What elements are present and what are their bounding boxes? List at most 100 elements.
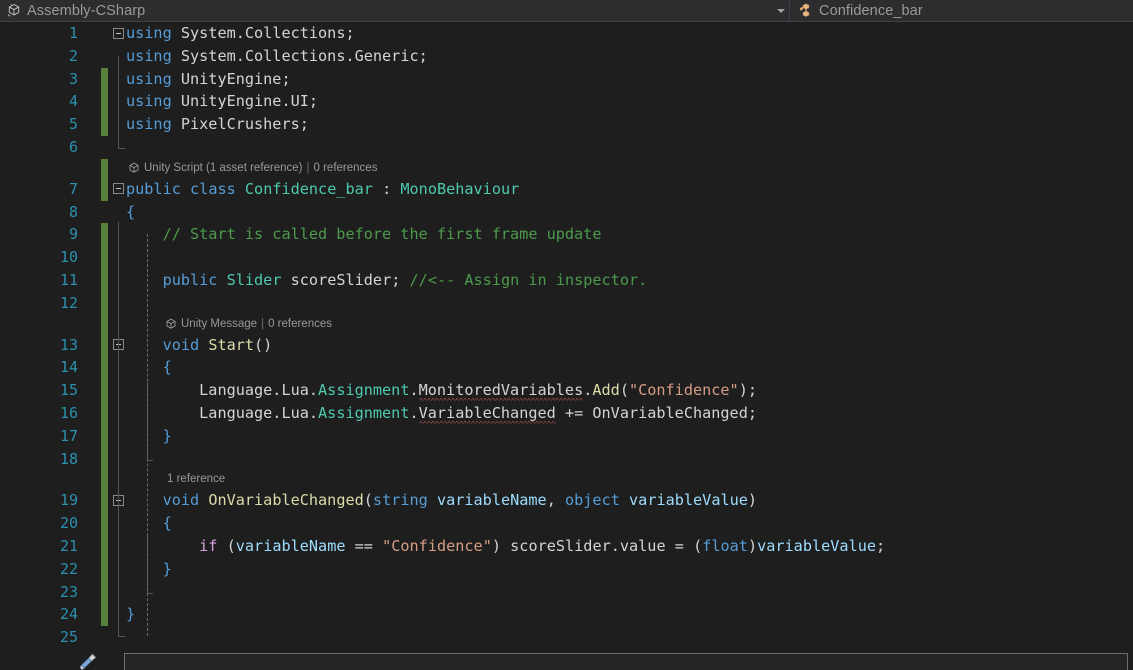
codelens-separator: |: [261, 317, 265, 330]
change-indicator-bar: [101, 379, 108, 402]
code-text: public Slider scoreSlider; //<-- Assign …: [162, 270, 648, 289]
member-selector-dropdown[interactable]: Confidence_bar: [790, 0, 1133, 21]
line-number: 10: [59, 248, 78, 267]
unity-cube-icon: [166, 318, 176, 329]
change-indicator-bar: [101, 534, 108, 558]
code-text: public class Confidence_bar : MonoBehavi…: [126, 179, 520, 198]
code-line-row[interactable]: 21 if (variableName == "Confidence") sco…: [0, 534, 1133, 558]
screwdriver-quick-actions-icon[interactable]: [78, 652, 98, 670]
code-text: {: [162, 358, 172, 377]
code-text: {: [126, 202, 136, 221]
code-editor-surface[interactable]: 1 using System.Collections; 2 using Syst…: [0, 22, 1133, 670]
change-indicator-bar: [101, 268, 108, 292]
visual-studio-editor-window: Assembly-CSharp Confidence_bar 1 using S…: [0, 0, 1133, 670]
outlining-guide-class-cap: [118, 636, 125, 637]
line-number: 19: [59, 491, 78, 510]
code-line-row[interactable]: 16 Language.Lua.Assignment.VariableChang…: [0, 401, 1133, 425]
code-line-row[interactable]: 9 // Start is called before the first fr…: [0, 223, 1133, 247]
code-line-row[interactable]: 7 public class Confidence_bar : MonoBeha…: [0, 177, 1133, 201]
code-line-row[interactable]: 23: [0, 580, 1133, 604]
class-icon: [800, 3, 810, 17]
codelens-primary-text[interactable]: 1 reference: [167, 470, 225, 489]
change-indicator-bar: [101, 512, 108, 535]
line-number: 22: [59, 559, 78, 578]
codelens-secondary-text[interactable]: 0 references: [268, 315, 332, 334]
outlining-guide-usings-cap: [118, 148, 125, 149]
line-number: 16: [59, 403, 78, 422]
code-line-row[interactable]: 10: [0, 246, 1133, 269]
code-line-row[interactable]: 24 }: [0, 603, 1133, 627]
outlining-guide-usings: [118, 56, 119, 148]
code-line-row[interactable]: 15 Language.Lua.Assignment.MonitoredVari…: [0, 379, 1133, 402]
code-line-row[interactable]: 18: [0, 447, 1133, 471]
code-line-row[interactable]: 12: [0, 291, 1133, 315]
line-number: 21: [59, 536, 78, 555]
code-line-row[interactable]: 1 using System.Collections;: [0, 22, 1133, 45]
change-indicator-bar: [101, 246, 108, 269]
change-indicator-bar: [101, 470, 108, 490]
code-text: {: [162, 514, 172, 533]
code-line-row[interactable]: 14 {: [0, 356, 1133, 380]
line-number: 9: [68, 225, 78, 244]
change-indicator-bar: [101, 67, 108, 91]
change-indicator-bar: [101, 333, 108, 357]
change-indicator-bar: [101, 158, 108, 178]
codelens-row-onvariablechanged[interactable]: 1 reference: [0, 470, 1133, 490]
line-number: 15: [59, 381, 78, 400]
project-selector-dropdown[interactable]: Assembly-CSharp: [0, 0, 790, 21]
codelens-primary-text[interactable]: Unity Message: [181, 315, 257, 334]
code-line-row[interactable]: 19 void OnVariableChanged(string variabl…: [0, 489, 1133, 513]
code-line-row[interactable]: 11 public Slider scoreSlider; //<-- Assi…: [0, 268, 1133, 292]
codelens-onvariablechanged[interactable]: 1 reference: [167, 470, 225, 489]
code-line-row[interactable]: 25: [0, 626, 1133, 649]
code-line-row[interactable]: 2 using System.Collections.Generic;: [0, 45, 1133, 68]
code-line-row[interactable]: 13 void Start(): [0, 333, 1133, 357]
chevron-down-icon[interactable]: [777, 8, 785, 13]
assembly-cube-icon: [8, 3, 20, 17]
line-number: 8: [68, 202, 78, 221]
code-line-row[interactable]: 3 using UnityEngine;: [0, 67, 1133, 91]
line-number: 20: [59, 514, 78, 533]
project-selector-label: Assembly-CSharp: [27, 2, 146, 19]
line-number: 14: [59, 358, 78, 377]
outlining-guide-class: [118, 222, 119, 636]
change-indicator-bar: [101, 447, 108, 471]
member-selector-label: Confidence_bar: [819, 2, 923, 19]
fold-toggle-icon[interactable]: [113, 27, 124, 39]
code-line-row[interactable]: 5 using PixelCrushers;: [0, 113, 1133, 136]
line-number: 18: [59, 449, 78, 468]
code-line-row[interactable]: 17 }: [0, 424, 1133, 448]
code-text: using UnityEngine;: [126, 69, 291, 88]
codelens-secondary-text[interactable]: 0 references: [314, 159, 378, 178]
codelens-class[interactable]: Unity Script (1 asset reference) | 0 ref…: [128, 159, 377, 178]
fold-toggle-icon[interactable]: [113, 183, 124, 195]
codelens-row-start[interactable]: Unity Message | 0 references: [0, 314, 1133, 334]
code-line-row[interactable]: 22 }: [0, 557, 1133, 581]
line-number: 7: [68, 179, 78, 198]
codelens-row-class[interactable]: Unity Script (1 asset reference) | 0 ref…: [0, 158, 1133, 178]
code-line-row[interactable]: 6: [0, 136, 1133, 159]
code-line-row[interactable]: 8 {: [0, 201, 1133, 224]
line-number: 13: [59, 335, 78, 354]
change-indicator-bar: [101, 557, 108, 581]
codelens-separator: |: [306, 161, 310, 174]
code-line-row[interactable]: 4 using UnityEngine.UI;: [0, 90, 1133, 114]
code-rows-container: 1 using System.Collections; 2 using Syst…: [0, 22, 1133, 670]
change-indicator-bar: [101, 291, 108, 315]
change-indicator-bar: [101, 356, 108, 380]
line-number: 24: [59, 605, 78, 624]
codelens-start[interactable]: Unity Message | 0 references: [165, 315, 332, 334]
line-number: 12: [59, 293, 78, 312]
code-line-row[interactable]: 20 {: [0, 512, 1133, 535]
code-text: Language.Lua.Assignment.VariableChanged …: [126, 402, 757, 425]
error-token: MonitoredVariables: [418, 381, 584, 402]
change-indicator-bar: [101, 424, 108, 448]
change-indicator-bar: [101, 113, 108, 136]
codelens-primary-text[interactable]: Unity Script (1 asset reference): [144, 159, 303, 178]
change-indicator-bar: [101, 314, 108, 334]
navigation-bar: Assembly-CSharp Confidence_bar: [0, 0, 1133, 22]
inline-edit-widget[interactable]: [124, 653, 1128, 670]
line-number: 6: [68, 137, 78, 156]
code-text: // Start is called before the first fram…: [126, 225, 602, 244]
line-number: 17: [59, 426, 78, 445]
